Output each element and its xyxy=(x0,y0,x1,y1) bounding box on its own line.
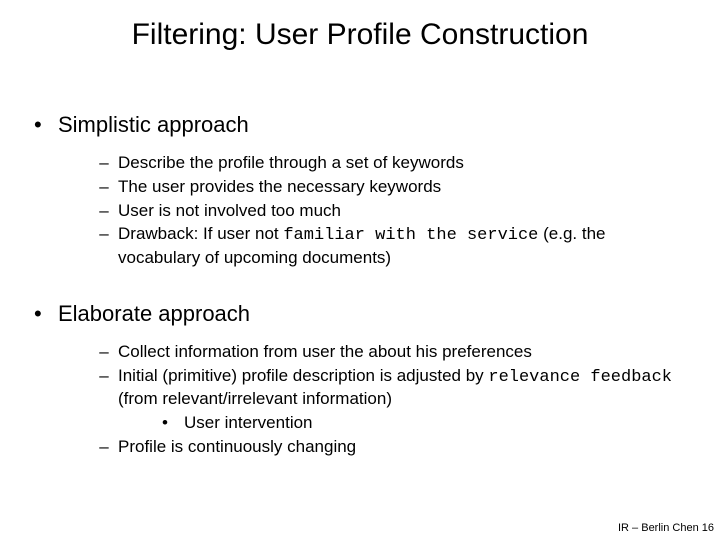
item-post: (from relevant/irrelevant information) xyxy=(118,389,392,408)
list-item: – Profile is continuously changing xyxy=(90,436,690,458)
section2-text: Elaborate approach xyxy=(58,301,250,326)
slide-body: •Simplistic approach – Describe the prof… xyxy=(34,112,690,460)
bullet-dot-icon: • xyxy=(34,112,58,138)
dash-icon: – xyxy=(90,152,118,174)
dash-icon: – xyxy=(90,436,118,458)
item-pre: Initial (primitive) profile description … xyxy=(118,366,488,385)
sub-list-item: • User intervention xyxy=(162,412,690,434)
item-code: relevance feedback xyxy=(488,368,672,387)
item-pre: Drawback: If user not xyxy=(118,224,283,243)
section-heading-2: •Elaborate approach xyxy=(34,301,690,327)
section-heading-1: •Simplistic approach xyxy=(34,112,690,138)
list-item: – User is not involved too much xyxy=(90,200,690,222)
item-text: Describe the profile through a set of ke… xyxy=(118,152,690,174)
bullet-dot-icon: • xyxy=(34,301,58,327)
list-item: – Initial (primitive) profile descriptio… xyxy=(90,365,690,411)
item-text: Initial (primitive) profile description … xyxy=(118,365,690,411)
item-code: familiar with the service xyxy=(283,226,538,245)
dash-icon: – xyxy=(90,223,118,269)
dash-icon: – xyxy=(90,176,118,198)
list-item: – The user provides the necessary keywor… xyxy=(90,176,690,198)
dash-icon: – xyxy=(90,365,118,411)
dash-icon: – xyxy=(90,200,118,222)
section1-text: Simplistic approach xyxy=(58,112,249,137)
dash-icon: – xyxy=(90,341,118,363)
slide: Filtering: User Profile Construction •Si… xyxy=(0,0,720,540)
item-text: Drawback: If user not familiar with the … xyxy=(118,223,690,269)
slide-footer: IR – Berlin Chen 16 xyxy=(618,522,714,534)
item-text: Profile is continuously changing xyxy=(118,436,690,458)
item-text: User is not involved too much xyxy=(118,200,690,222)
item-text: Collect information from user the about … xyxy=(118,341,690,363)
item-text: The user provides the necessary keywords xyxy=(118,176,690,198)
list-item: – Collect information from user the abou… xyxy=(90,341,690,363)
item-text: User intervention xyxy=(184,412,690,434)
list-item: – Describe the profile through a set of … xyxy=(90,152,690,174)
bullet-dot-icon: • xyxy=(162,412,184,434)
slide-title: Filtering: User Profile Construction xyxy=(0,18,720,52)
list-item: – Drawback: If user not familiar with th… xyxy=(90,223,690,269)
